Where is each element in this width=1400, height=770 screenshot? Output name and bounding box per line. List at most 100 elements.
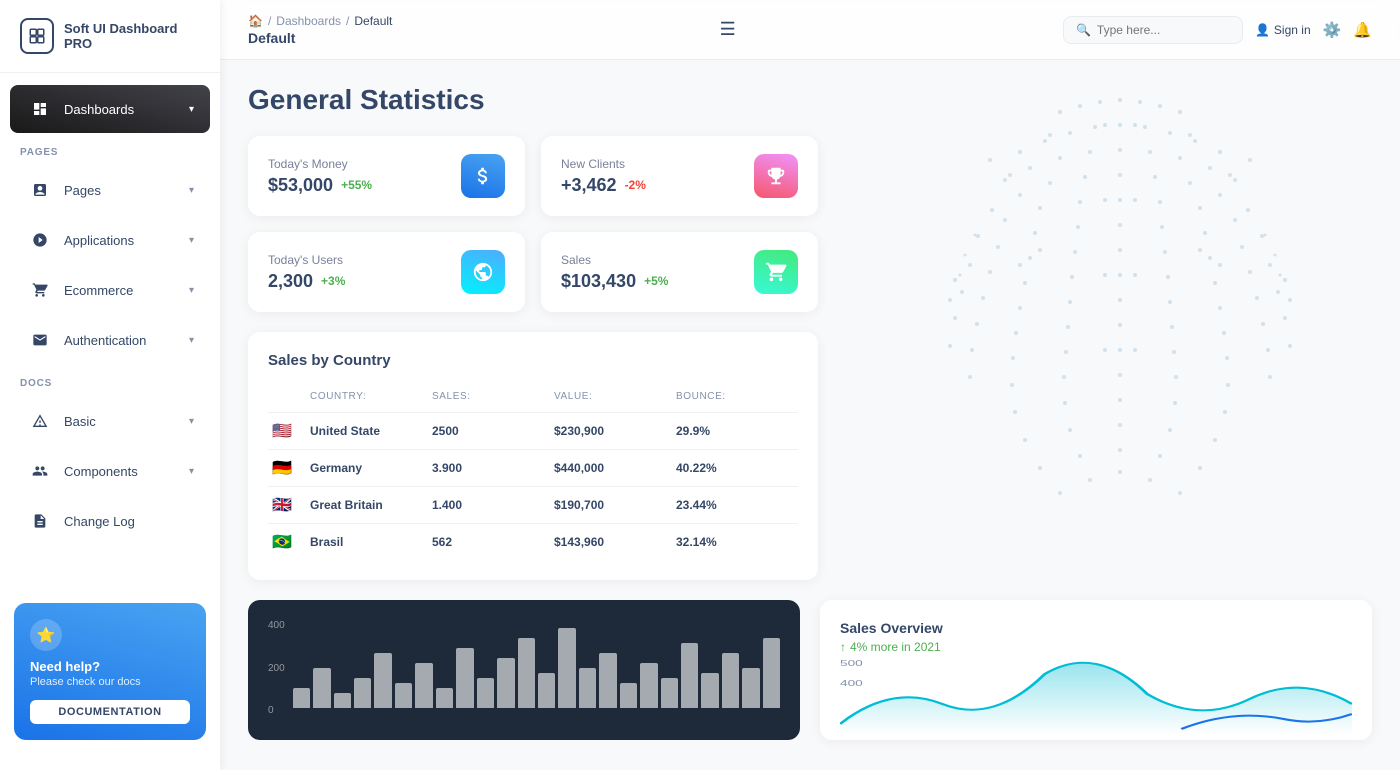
stat-change-sales: +5% [644,274,668,288]
sidebar-item-applications[interactable]: Applications ▾ [10,216,210,264]
applications-label: Applications [64,233,189,248]
sidebar-item-components[interactable]: Components ▾ [10,447,210,495]
sales-overview-change: ↑ 4% more in 2021 [840,640,1352,654]
breadcrumb: 🏠 / Dashboards / Default [248,14,392,28]
app-name: Soft UI Dashboard PRO [64,21,200,51]
chart-bar [701,673,718,708]
hamburger-icon[interactable]: ☰ [712,15,744,44]
sidebar-item-pages[interactable]: Pages ▾ [10,166,210,214]
help-subtitle: Please check our docs [30,676,190,688]
chart-bar [538,673,555,708]
signin-button[interactable]: 👤 Sign in [1255,23,1311,37]
auth-label: Authentication [64,333,189,348]
dashboards-arrow: ▾ [189,104,194,115]
stat-value-clients: +3,462 -2% [561,175,646,196]
stats-grid: Today's Money $53,000 +55% New Clients +… [248,136,818,312]
country-header-row: Country: Sales: Value: Bounce: [268,383,798,413]
user-icon: 👤 [1255,23,1270,37]
globe-icon [461,250,505,294]
documentation-button[interactable]: DOCUMENTATION [30,700,190,724]
bottom-charts: 400 200 0 Sales Overview ↑ 4% more [248,600,1372,740]
topbar-right: 🔍 👤 Sign in ⚙️ 🔔 [1063,16,1372,44]
chart-bar [313,668,330,708]
country-name-us: United State [310,424,432,438]
svg-text:400: 400 [840,680,863,689]
search-input[interactable] [1097,23,1230,37]
sidebar-item-changelog[interactable]: Change Log [10,497,210,545]
stat-value-money: $53,000 +55% [268,175,372,196]
sidebar-item-basic[interactable]: Basic ▾ [10,397,210,445]
dollar-icon [461,154,505,198]
page-title: Default [248,30,392,46]
breadcrumb-current: Default [354,14,392,28]
globe-decoration: // This won't run in SVG, dots are hardc… [870,60,1400,580]
table-row: 🇺🇸 United State 2500 $230,900 29.9% [268,413,798,450]
ecommerce-icon [26,276,54,304]
topbar: 🏠 / Dashboards / Default Default ☰ 🔍 👤 S… [220,0,1400,60]
table-row: 🇬🇧 Great Britain 1.400 $190,700 23.44% [268,487,798,524]
settings-icon[interactable]: ⚙️ [1323,21,1342,39]
stat-label-users: Today's Users [268,253,345,267]
chart-bar [456,648,473,708]
topbar-left: 🏠 / Dashboards / Default Default [248,14,392,46]
stat-card-sales: Sales $103,430 +5% [541,232,818,312]
basic-label: Basic [64,414,189,429]
pages-arrow: ▾ [189,185,194,196]
stat-change-users: +3% [321,274,345,288]
sidebar-item-dashboards[interactable]: Dashboards ▾ [10,85,210,133]
applications-arrow: ▾ [189,235,194,246]
svg-text:500: 500 [840,660,863,669]
stat-label-clients: New Clients [561,157,646,171]
chart-bar [599,653,616,708]
components-icon [26,457,54,485]
dashboards-label: Dashboards [64,102,189,117]
flag-de: 🇩🇪 [268,458,296,478]
chart-bar [640,663,657,708]
bell-icon[interactable]: 🔔 [1353,21,1372,39]
chart-bar [477,678,494,708]
chart-bar [763,638,780,708]
sidebar-logo: Soft UI Dashboard PRO [0,0,220,73]
components-label: Components [64,464,189,479]
basic-icon [26,407,54,435]
sidebar-item-authentication[interactable]: Authentication ▾ [10,316,210,364]
search-box[interactable]: 🔍 [1063,16,1243,44]
y-label-400: 400 [268,620,285,631]
country-name-br: Brasil [310,535,432,549]
chart-bar [354,678,371,708]
bar-chart-card: 400 200 0 [248,600,800,740]
auth-arrow: ▾ [189,335,194,346]
changelog-label: Change Log [64,514,194,529]
stat-label-sales: Sales [561,253,668,267]
stat-card-money: Today's Money $53,000 +55% [248,136,525,216]
components-arrow: ▾ [189,466,194,477]
applications-icon [26,226,54,254]
search-icon: 🔍 [1076,23,1091,37]
trophy-icon [754,154,798,198]
stat-value-sales: $103,430 +5% [561,271,668,292]
up-arrow-icon: ↑ [840,640,846,654]
chart-bar [334,693,351,708]
help-star-icon: ⭐ [30,619,62,651]
home-icon: 🏠 [248,14,263,28]
pages-section-label: PAGES [0,135,220,164]
flag-us: 🇺🇸 [268,421,296,441]
chart-bar [374,653,391,708]
chart-bar [681,643,698,708]
y-label-200: 200 [268,663,285,674]
sidebar-item-ecommerce[interactable]: Ecommerce ▾ [10,266,210,314]
chart-bar [497,658,514,708]
main-area: 🏠 / Dashboards / Default Default ☰ 🔍 👤 S… [220,0,1400,770]
sidebar-help-card: ⭐ Need help? Please check our docs DOCUM… [14,603,206,740]
stat-change-clients: -2% [625,178,646,192]
dashboard-icon [26,95,54,123]
cart-icon [754,250,798,294]
auth-icon [26,326,54,354]
chart-bar [415,663,432,708]
stat-card-users: Today's Users 2,300 +3% [248,232,525,312]
stat-change-money: +55% [341,178,372,192]
sales-country-title: Sales by Country [268,352,798,369]
ecommerce-arrow: ▾ [189,285,194,296]
content-area: // This won't run in SVG, dots are hardc… [220,60,1400,770]
country-name-de: Germany [310,461,432,475]
